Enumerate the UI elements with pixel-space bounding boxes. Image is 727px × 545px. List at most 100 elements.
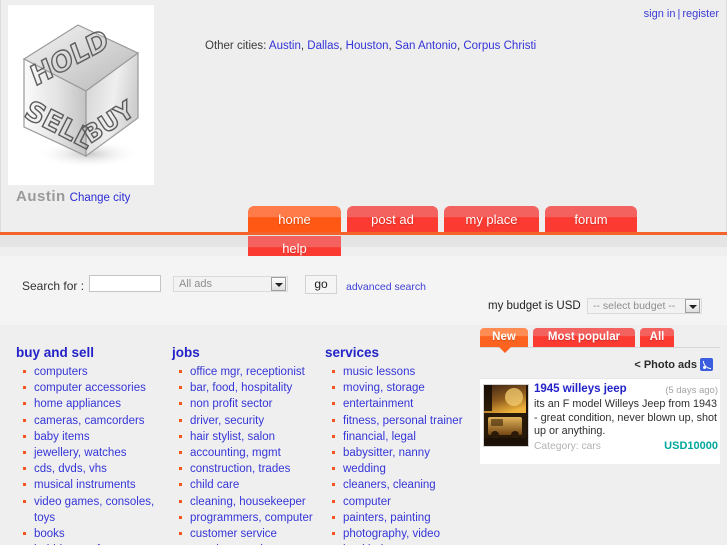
- rss-icon[interactable]: [700, 358, 713, 371]
- category-link[interactable]: driver, security: [190, 415, 264, 427]
- budget-select[interactable]: -- select budget --: [587, 298, 702, 314]
- sign-in-link[interactable]: sign in: [644, 8, 676, 20]
- list-item[interactable]: jewellery, watches: [16, 445, 166, 461]
- list-item[interactable]: cameras, camcorders: [16, 413, 166, 429]
- ad-thumbnail[interactable]: [483, 384, 529, 447]
- category-link[interactable]: office mgr, receptionist: [190, 366, 305, 378]
- category-link[interactable]: music lessons: [343, 366, 415, 378]
- category-link[interactable]: cleaners, cleaning: [343, 479, 436, 491]
- category-link[interactable]: babysitter, nanny: [343, 447, 430, 459]
- chevron-down-icon[interactable]: [685, 299, 700, 313]
- list-item[interactable]: construction, trades: [172, 461, 320, 477]
- column-title-buy-and-sell[interactable]: buy and sell: [16, 345, 166, 360]
- category-link[interactable]: baby items: [34, 431, 90, 443]
- category-link[interactable]: accounting, mgmt: [190, 447, 281, 459]
- category-link[interactable]: moving, storage: [343, 382, 425, 394]
- site-logo[interactable]: HOLD SELL BUY: [8, 5, 154, 185]
- category-link[interactable]: construction, trades: [190, 463, 290, 475]
- list-item[interactable]: fitness, personal trainer: [325, 413, 473, 429]
- category-link[interactable]: fitness, personal trainer: [343, 415, 463, 427]
- ad-title-link[interactable]: 1945 willeys jeep: [534, 383, 627, 395]
- list-item[interactable]: video games, consoles, toys: [16, 494, 166, 526]
- category-link[interactable]: video games, consoles, toys: [34, 496, 154, 524]
- list-item[interactable]: hair stylist, salon: [172, 429, 320, 445]
- category-link[interactable]: financial, legal: [343, 431, 416, 443]
- category-link[interactable]: hair stylist, salon: [190, 431, 275, 443]
- category-link[interactable]: child care: [190, 479, 239, 491]
- list-item[interactable]: programmers, computer: [172, 510, 320, 526]
- category-link[interactable]: home appliances: [34, 398, 121, 410]
- category-link[interactable]: entertainment: [343, 398, 413, 410]
- category-link[interactable]: bar, food, hospitality: [190, 382, 292, 394]
- list-item[interactable]: music lessons: [325, 364, 473, 380]
- list-item[interactable]: books: [16, 526, 166, 542]
- rail-tab-most-popular[interactable]: Most popular: [533, 328, 635, 347]
- category-list-buy-and-sell: computers computer accessories home appl…: [16, 364, 166, 545]
- list-item[interactable]: painters, painting: [325, 510, 473, 526]
- list-item[interactable]: entertainment: [325, 396, 473, 412]
- list-item[interactable]: wedding: [325, 461, 473, 477]
- category-link[interactable]: computer accessories: [34, 382, 146, 394]
- category-link[interactable]: books: [34, 528, 65, 540]
- other-city-link-houston[interactable]: Houston: [346, 40, 389, 52]
- advanced-search-link[interactable]: advanced search: [346, 281, 426, 293]
- list-item[interactable]: babysitter, nanny: [325, 445, 473, 461]
- list-item[interactable]: cds, dvds, vhs: [16, 461, 166, 477]
- list-item[interactable]: computer: [325, 494, 473, 510]
- category-link[interactable]: painters, painting: [343, 512, 431, 524]
- tab-home[interactable]: home: [248, 206, 341, 232]
- list-item[interactable]: computers: [16, 364, 166, 380]
- list-item[interactable]: photography, video: [325, 526, 473, 542]
- category-link[interactable]: wedding: [343, 463, 386, 475]
- search-go-button[interactable]: go: [305, 275, 337, 294]
- list-item[interactable]: child care: [172, 477, 320, 493]
- list-item[interactable]: home appliances: [16, 396, 166, 412]
- category-link[interactable]: photography, video: [343, 528, 440, 540]
- category-link[interactable]: cds, dvds, vhs: [34, 463, 107, 475]
- tab-post-ad[interactable]: post ad: [347, 206, 438, 232]
- category-link[interactable]: computer: [343, 496, 391, 508]
- list-item[interactable]: financial, legal: [325, 429, 473, 445]
- list-item[interactable]: cleaners, cleaning: [325, 477, 473, 493]
- budget-select-value: -- select budget --: [593, 300, 676, 312]
- register-link[interactable]: register: [682, 8, 719, 20]
- chevron-down-icon[interactable]: [271, 277, 286, 291]
- other-city-link-dallas[interactable]: Dallas: [307, 40, 339, 52]
- search-input[interactable]: [89, 275, 161, 292]
- category-link[interactable]: programmers, computer: [190, 512, 313, 524]
- ad-listing-card[interactable]: 1945 willeys jeep (5 days ago) its an F …: [480, 378, 720, 464]
- category-link[interactable]: computers: [34, 366, 88, 378]
- list-item[interactable]: musical instruments: [16, 477, 166, 493]
- list-item[interactable]: accounting, mgmt: [172, 445, 320, 461]
- category-link[interactable]: cameras, camcorders: [34, 415, 145, 427]
- list-item[interactable]: moving, storage: [325, 380, 473, 396]
- category-link[interactable]: jewellery, watches: [34, 447, 126, 459]
- other-city-link-san-antonio[interactable]: San Antonio: [395, 40, 457, 52]
- list-item[interactable]: baby items: [16, 429, 166, 445]
- tab-my-place[interactable]: my place: [444, 206, 539, 232]
- list-item[interactable]: office mgr, receptionist: [172, 364, 320, 380]
- rail-tab-all[interactable]: All: [640, 328, 674, 347]
- list-item[interactable]: bar, food, hospitality: [172, 380, 320, 396]
- rail-tab-new[interactable]: New: [480, 328, 528, 347]
- nav-underband-2: [0, 247, 727, 256]
- page-root: sign in | register HOLD SELL BUY Austin …: [0, 0, 727, 545]
- category-link[interactable]: non profit sector: [190, 398, 272, 410]
- list-item[interactable]: cleaning, housekeeper: [172, 494, 320, 510]
- other-city-link-austin[interactable]: Austin: [269, 40, 301, 52]
- tab-forum[interactable]: forum: [545, 206, 637, 232]
- list-item[interactable]: computer accessories: [16, 380, 166, 396]
- column-title-services[interactable]: services: [325, 345, 473, 360]
- auth-separator: |: [677, 8, 681, 20]
- column-title-jobs[interactable]: jobs: [172, 345, 320, 360]
- list-item[interactable]: driver, security: [172, 413, 320, 429]
- search-category-select[interactable]: All ads: [173, 276, 288, 292]
- list-item[interactable]: non profit sector: [172, 396, 320, 412]
- category-link[interactable]: musical instruments: [34, 479, 136, 491]
- category-link[interactable]: cleaning, housekeeper: [190, 496, 306, 508]
- list-item[interactable]: customer service: [172, 526, 320, 542]
- photo-ads-row: < Photo ads: [634, 358, 713, 371]
- photo-ads-link[interactable]: < Photo ads: [634, 359, 697, 371]
- other-city-link-corpus-christi[interactable]: Corpus Christi: [463, 40, 536, 52]
- category-link[interactable]: customer service: [190, 528, 277, 540]
